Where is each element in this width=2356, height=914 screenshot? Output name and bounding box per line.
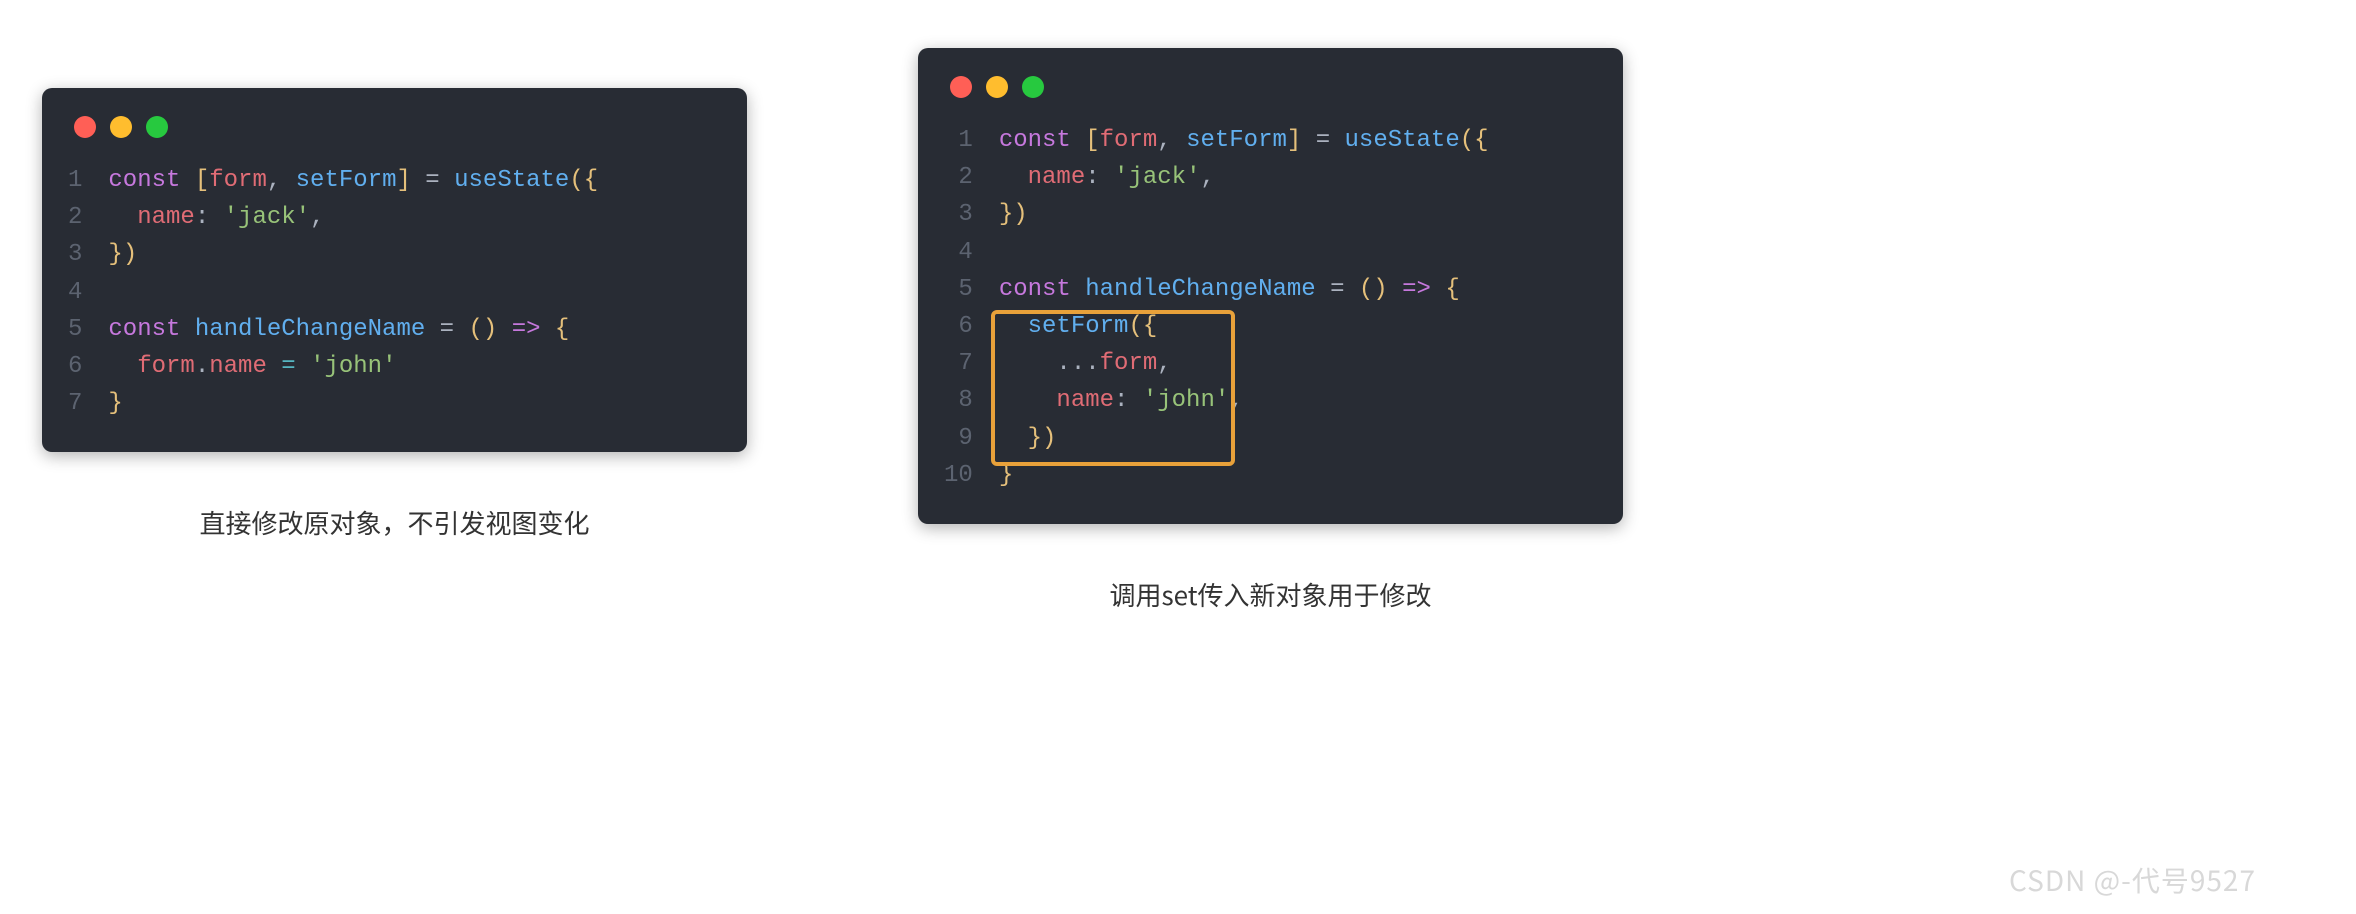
window-controls bbox=[950, 76, 1593, 98]
right-panel: 1 2 3 4 5 6 7 8 9 10 const [form, setFor… bbox=[918, 48, 1623, 613]
left-editor: 1 2 3 4 5 6 7 const [form, setForm] = us… bbox=[42, 88, 747, 452]
window-controls bbox=[74, 116, 717, 138]
right-gutter: 1 2 3 4 5 6 7 8 9 10 bbox=[944, 122, 999, 494]
minimize-icon bbox=[986, 76, 1008, 98]
left-caption: 直接修改原对象，不引发视图变化 bbox=[42, 504, 747, 541]
right-caption: 调用set传入新对象用于修改 bbox=[918, 576, 1623, 613]
close-icon bbox=[950, 76, 972, 98]
left-panel: 1 2 3 4 5 6 7 const [form, setForm] = us… bbox=[42, 88, 747, 541]
left-source: const [form, setForm] = useState({ name:… bbox=[108, 162, 598, 422]
minimize-icon bbox=[110, 116, 132, 138]
watermark: CSDN @-代号9527 bbox=[2009, 860, 2256, 900]
left-gutter: 1 2 3 4 5 6 7 bbox=[68, 162, 108, 422]
close-icon bbox=[74, 116, 96, 138]
zoom-icon bbox=[1022, 76, 1044, 98]
left-code: 1 2 3 4 5 6 7 const [form, setForm] = us… bbox=[68, 162, 717, 422]
right-editor: 1 2 3 4 5 6 7 8 9 10 const [form, setFor… bbox=[918, 48, 1623, 524]
right-source: const [form, setForm] = useState({ name:… bbox=[999, 122, 1489, 494]
zoom-icon bbox=[146, 116, 168, 138]
right-code: 1 2 3 4 5 6 7 8 9 10 const [form, setFor… bbox=[944, 122, 1593, 494]
